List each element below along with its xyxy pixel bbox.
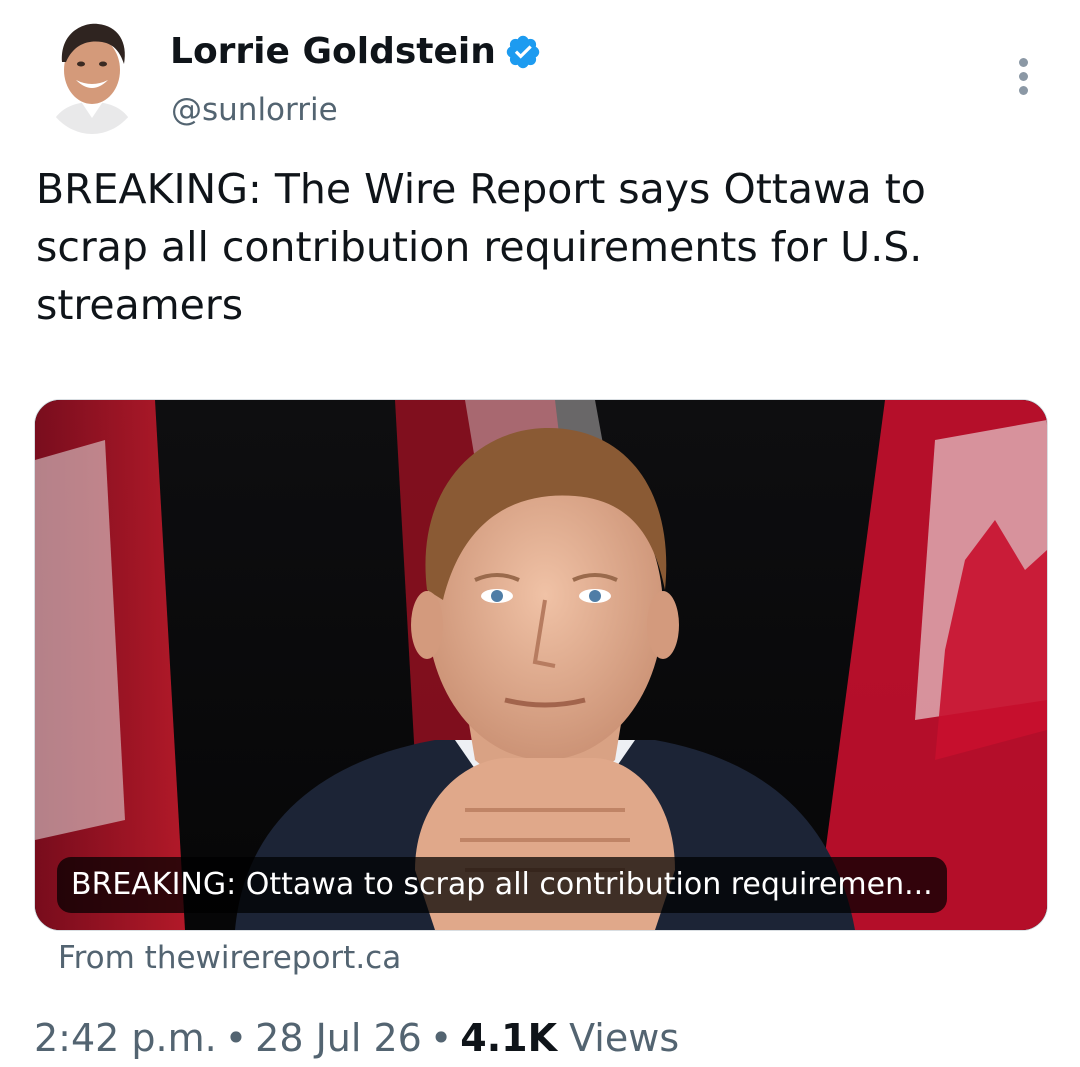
tweet-time[interactable]: 2:42 p.m. <box>34 1016 217 1060</box>
views-label[interactable]: Views <box>569 1016 679 1060</box>
author-avatar[interactable] <box>40 14 144 134</box>
tweet-text: BREAKING: The Wire Report says Ottawa to… <box>36 165 926 329</box>
author-name[interactable]: Lorrie Goldstein <box>170 30 496 74</box>
verified-badge-icon <box>504 33 542 71</box>
link-source[interactable]: From thewirereport.ca <box>58 936 401 980</box>
meta-separator-2: • <box>429 1016 453 1060</box>
link-preview-image <box>35 400 1047 930</box>
link-card-caption: BREAKING: Ottawa to scrap all contributi… <box>57 857 947 913</box>
views-count[interactable]: 4.1K <box>460 1016 557 1060</box>
link-preview-card[interactable]: BREAKING: Ottawa to scrap all contributi… <box>34 399 1048 931</box>
tweet-date[interactable]: 28 Jul 26 <box>255 1016 422 1060</box>
avatar-photo <box>40 14 144 134</box>
meta-separator: • <box>224 1016 248 1060</box>
author-name-row[interactable]: Lorrie Goldstein <box>170 30 542 74</box>
more-options-icon[interactable] <box>1008 58 1038 102</box>
author-handle[interactable]: @sunlorrie <box>171 90 338 130</box>
tweet-meta: 2:42 p.m. • 28 Jul 26 • 4.1K Views <box>34 1013 679 1063</box>
